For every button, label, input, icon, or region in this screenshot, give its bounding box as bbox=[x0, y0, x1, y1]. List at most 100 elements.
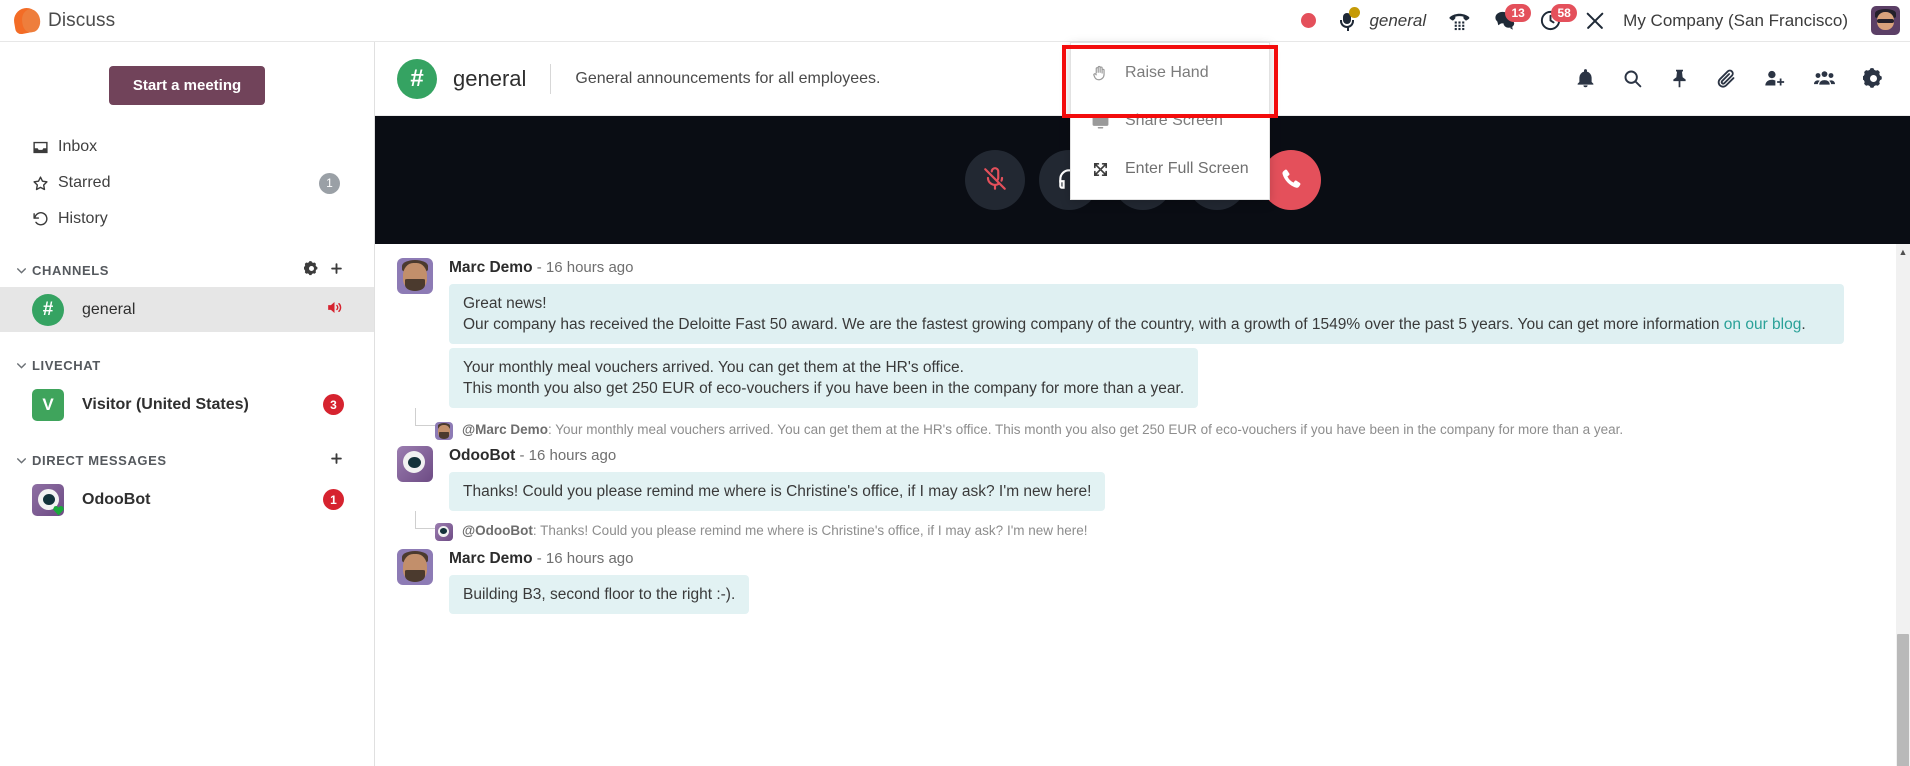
top-bar-right: general 13 58 My Company (San Francisco) bbox=[1290, 0, 1910, 41]
message-timestamp: - 16 hours ago bbox=[536, 550, 634, 567]
channel-hash-avatar: # bbox=[397, 58, 437, 99]
avatar bbox=[397, 549, 433, 585]
menu-item-label: Share Screen bbox=[1125, 112, 1223, 129]
quote-connector bbox=[415, 511, 437, 529]
dm-unread-badge: 1 bbox=[323, 489, 344, 510]
odoo-logo-icon bbox=[12, 6, 41, 35]
message-line-2: Our company has received the Deloitte Fa… bbox=[463, 316, 1806, 333]
microphone-icon bbox=[1338, 6, 1361, 32]
message-line: This month you also get 250 EUR of eco-v… bbox=[463, 380, 1185, 397]
company-name: My Company (San Francisco) bbox=[1623, 10, 1848, 30]
section-title: LIVECHAT bbox=[32, 357, 101, 373]
app-brand[interactable]: Discuss bbox=[0, 6, 115, 35]
speaker-icon[interactable] bbox=[325, 298, 344, 322]
sidebar-item-starred[interactable]: Starred 1 bbox=[0, 165, 374, 201]
inbox-icon bbox=[32, 139, 58, 156]
user-avatar[interactable] bbox=[1871, 6, 1900, 35]
message-group: OdooBot - 16 hours ago Thanks! Could you… bbox=[375, 444, 1910, 511]
settings-menu-button[interactable] bbox=[1573, 0, 1617, 41]
message-author[interactable]: OdooBot bbox=[449, 447, 515, 464]
menu-item-raise-hand[interactable]: Raise Hand bbox=[1071, 49, 1269, 97]
menu-item-label: Enter Full Screen bbox=[1125, 160, 1249, 177]
recording-dot-icon bbox=[1301, 13, 1317, 28]
hand-icon bbox=[1089, 64, 1111, 82]
channel-title[interactable]: general bbox=[453, 66, 526, 92]
company-switcher[interactable]: My Company (San Francisco) bbox=[1617, 0, 1859, 41]
sidebar-item-history[interactable]: History bbox=[0, 201, 374, 237]
recording-indicator[interactable] bbox=[1290, 0, 1327, 41]
channel-toolbar bbox=[1575, 68, 1892, 89]
channel-description[interactable]: General announcements for all employees. bbox=[575, 70, 880, 88]
sidebar-livechat-visitor[interactable]: V Visitor (United States) 3 bbox=[0, 382, 374, 427]
top-bar: Discuss general 13 58 My Company (San Fr… bbox=[0, 0, 1910, 42]
menu-item-label: Raise Hand bbox=[1125, 64, 1209, 81]
sidebar-item-inbox[interactable]: Inbox bbox=[0, 129, 374, 165]
message-bubble: Building B3, second floor to the right :… bbox=[449, 575, 750, 614]
message-author[interactable]: Marc Demo bbox=[449, 550, 533, 567]
active-call-channel[interactable]: general bbox=[1358, 0, 1437, 41]
add-direct-message-icon[interactable] bbox=[329, 451, 344, 469]
quote-text: : Thanks! Could you please remind me whe… bbox=[532, 523, 1088, 538]
mic-muted-icon bbox=[982, 166, 1008, 195]
microphone-status[interactable] bbox=[1327, 0, 1361, 41]
quoted-message[interactable]: @Marc Demo: Your monthly meal vouchers a… bbox=[375, 408, 1910, 444]
sidebar-channel-general[interactable]: # general bbox=[0, 287, 374, 332]
message-bubble: Your monthly meal vouchers arrived. You … bbox=[449, 348, 1199, 408]
members-icon[interactable] bbox=[1812, 68, 1837, 89]
message-timestamp: - 16 hours ago bbox=[536, 259, 634, 276]
phone-menu-button[interactable] bbox=[1437, 0, 1482, 41]
notification-settings-icon[interactable] bbox=[1575, 68, 1596, 89]
avatar bbox=[397, 258, 433, 294]
section-header-channels[interactable]: CHANNELS bbox=[0, 253, 374, 287]
online-status-icon bbox=[53, 505, 64, 516]
expand-icon bbox=[1089, 161, 1111, 178]
message-list: Marc Demo - 16 hours ago Great news! Our… bbox=[375, 244, 1910, 766]
mute-microphone-button[interactable] bbox=[964, 150, 1025, 210]
activities-menu-button[interactable]: 58 bbox=[1528, 0, 1578, 41]
quote-connector bbox=[415, 408, 437, 426]
chevron-down-icon bbox=[10, 264, 32, 277]
scroll-up-arrow-icon[interactable]: ▲ bbox=[1896, 244, 1910, 260]
add-channel-icon[interactable] bbox=[329, 261, 344, 279]
scrollbar-thumb[interactable] bbox=[1897, 634, 1909, 766]
chevron-down-icon bbox=[10, 359, 32, 372]
star-icon bbox=[32, 175, 58, 192]
paperclip-icon[interactable] bbox=[1716, 68, 1737, 89]
avatar bbox=[435, 422, 453, 440]
channel-settings-gear-icon[interactable] bbox=[1863, 68, 1884, 89]
visitor-name: Visitor (United States) bbox=[82, 395, 249, 413]
blog-link[interactable]: on our blog bbox=[1724, 316, 1802, 333]
visitor-avatar: V bbox=[32, 388, 64, 421]
add-member-icon[interactable] bbox=[1763, 68, 1786, 89]
messages-menu-button[interactable]: 13 bbox=[1482, 0, 1532, 41]
section-header-livechat[interactable]: LIVECHAT bbox=[0, 348, 374, 382]
channels-settings-icon[interactable] bbox=[303, 261, 319, 279]
start-meeting-button[interactable]: Start a meeting bbox=[108, 66, 266, 105]
search-icon[interactable] bbox=[1622, 68, 1643, 89]
call-options-dropdown: Raise Hand Share Screen Enter Full Scree… bbox=[1070, 42, 1270, 200]
message-scrollbar[interactable]: ▲ bbox=[1896, 244, 1910, 766]
section-header-direct-messages[interactable]: DIRECT MESSAGES bbox=[0, 443, 374, 477]
menu-item-share-screen[interactable]: Share Screen bbox=[1071, 97, 1269, 145]
quoted-message[interactable]: @OdooBot: Thanks! Could you please remin… bbox=[375, 511, 1910, 545]
starred-count-badge: 1 bbox=[319, 172, 340, 194]
visitor-unread-badge: 3 bbox=[323, 394, 344, 415]
menu-item-enter-full-screen[interactable]: Enter Full Screen bbox=[1071, 145, 1269, 193]
history-icon bbox=[32, 211, 58, 228]
active-call-channel-label: general bbox=[1369, 10, 1427, 30]
chevron-down-icon bbox=[10, 454, 32, 467]
sidebar-nav: Inbox Starred 1 History bbox=[0, 129, 374, 237]
quote-mention[interactable]: @OdooBot bbox=[462, 523, 533, 538]
quote-mention[interactable]: @Marc Demo bbox=[462, 422, 548, 437]
sidebar-item-label: Inbox bbox=[58, 138, 98, 155]
message-line: Great news! bbox=[463, 295, 547, 312]
dm-name: OdooBot bbox=[82, 490, 151, 508]
message-author[interactable]: Marc Demo bbox=[449, 259, 533, 276]
section-title: CHANNELS bbox=[32, 262, 110, 278]
avatar bbox=[397, 446, 433, 482]
sidebar-dm-odoobot[interactable]: OdooBot 1 bbox=[0, 477, 374, 522]
pin-icon[interactable] bbox=[1669, 68, 1690, 89]
phone-icon bbox=[1278, 166, 1304, 195]
avatar bbox=[435, 523, 453, 541]
tools-icon bbox=[1584, 10, 1606, 32]
